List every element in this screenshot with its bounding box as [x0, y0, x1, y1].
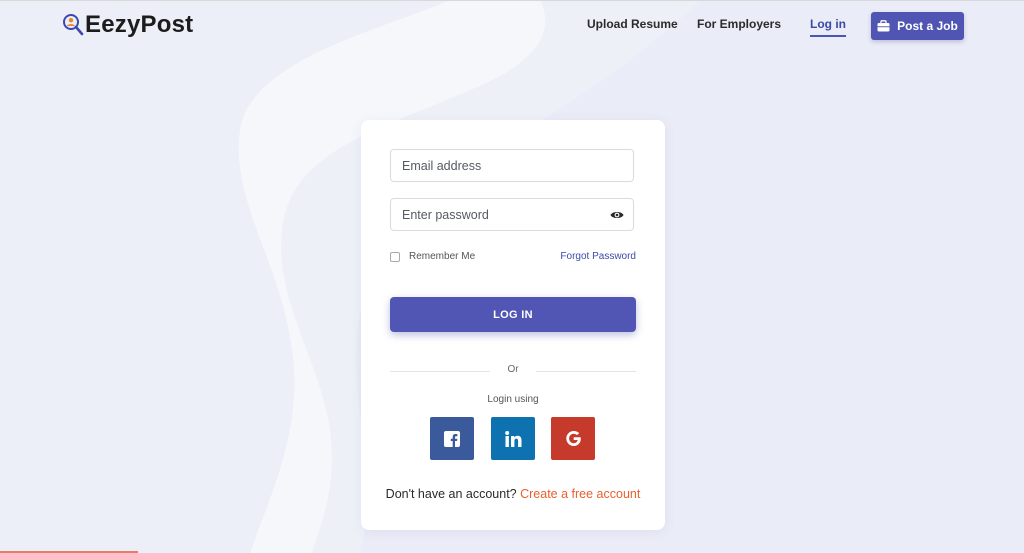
google-login-button[interactable] [551, 417, 595, 460]
nav-upload-resume[interactable]: Upload Resume [587, 17, 678, 31]
email-field[interactable] [390, 149, 634, 182]
brand-name: EezyPost [85, 11, 194, 38]
post-job-button[interactable]: Post a Job [871, 12, 964, 40]
forgot-password-link[interactable]: Forgot Password [560, 251, 636, 262]
login-using-label: Login using [487, 394, 539, 405]
google-icon [565, 431, 581, 446]
facebook-icon [444, 430, 460, 447]
divider-right [536, 371, 636, 372]
top-border [0, 0, 1024, 1]
post-job-label: Post a Job [897, 19, 958, 33]
signup-prompt: Don't have an account? [385, 487, 517, 501]
nav-for-employers[interactable]: For Employers [697, 17, 781, 31]
remember-me-checkbox[interactable] [390, 251, 400, 262]
facebook-login-button[interactable] [430, 417, 474, 460]
or-label: Or [507, 364, 519, 375]
linkedin-icon [504, 430, 521, 447]
site-header: EezyPost Upload Resume For Employers Log… [0, 0, 1024, 52]
password-input[interactable] [391, 199, 602, 230]
eye-icon[interactable] [610, 209, 624, 221]
magnifier-person-icon [63, 14, 84, 36]
email-input[interactable] [391, 150, 602, 181]
login-button[interactable]: LOG IN [390, 297, 636, 332]
signup-row: Don't have an account? Create a free acc… [361, 487, 665, 501]
create-account-link[interactable]: Create a free account [520, 487, 640, 501]
linkedin-login-button[interactable] [491, 417, 535, 460]
remember-me-label: Remember Me [409, 251, 476, 262]
login-card: Remember Me Forgot Password LOG IN Or Lo… [361, 120, 665, 530]
nav-login[interactable]: Log in [810, 17, 846, 37]
remember-me[interactable]: Remember Me [390, 251, 475, 262]
briefcase-icon [877, 20, 890, 32]
password-field[interactable] [390, 198, 634, 231]
brand-logo[interactable]: EezyPost [62, 10, 193, 40]
